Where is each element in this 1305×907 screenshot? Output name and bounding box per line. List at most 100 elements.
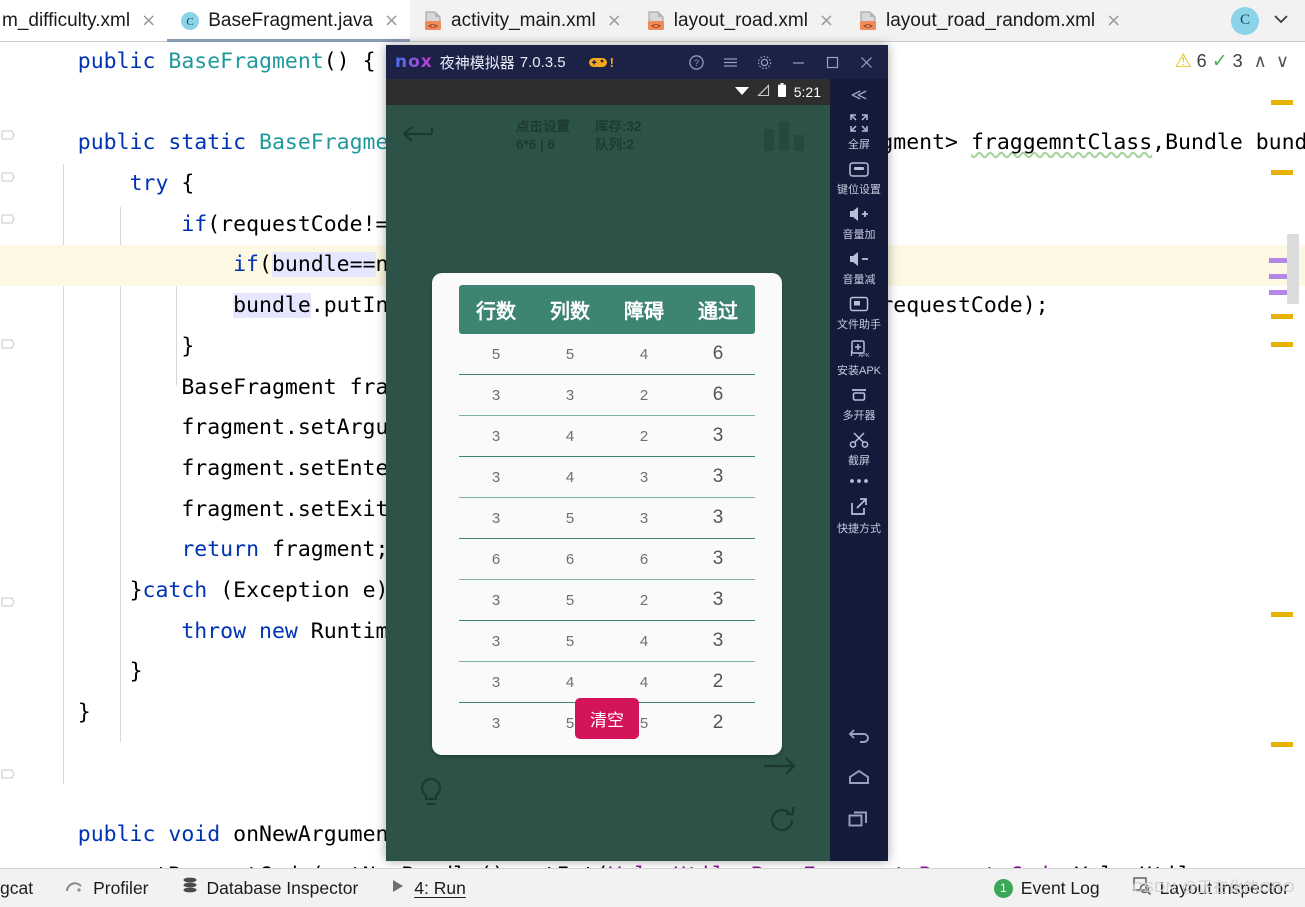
table-cell: 4 [533, 456, 607, 498]
close-icon[interactable]: × [384, 11, 399, 30]
sidebar-item-multi-instance[interactable]: 多开器 [830, 380, 888, 425]
table-cell: 2 [712, 712, 724, 733]
sidebar-item-fullscreen[interactable]: 全屏 [830, 107, 888, 154]
sidebar-item-file-assistant[interactable]: 文件助手 [830, 289, 888, 334]
inspection-mark[interactable] [1271, 342, 1293, 347]
inspection-mark[interactable] [1271, 742, 1293, 747]
inspection-mark[interactable] [1271, 100, 1293, 105]
table-row[interactable]: 3442 [459, 661, 755, 703]
inspection-mark[interactable] [1271, 612, 1293, 617]
chevron-down-icon[interactable] [1265, 10, 1297, 32]
table-cell: 5 [459, 334, 533, 375]
nox-logo: nox [395, 52, 433, 72]
table-cell: 3 [681, 415, 755, 457]
table-row[interactable]: 3433 [459, 456, 755, 498]
table-header-cell: 通过 [681, 285, 755, 334]
collapse-sidebar-button[interactable]: ≪ [830, 83, 888, 107]
status-bar-right: 1 Event Log Layout Inspector [978, 876, 1305, 901]
sidebar-item-screenshot[interactable]: 截屏 [830, 425, 888, 470]
table-row[interactable]: 3523 [459, 579, 755, 621]
sidebar-item-more[interactable] [830, 470, 888, 491]
app-header-stats: 点击设置 6*6 | 6 库存:32 队列:2 [516, 118, 642, 154]
sidebar-item-volume-up[interactable]: 音量加 [830, 199, 888, 244]
inspection-mark[interactable] [1271, 170, 1293, 175]
sidebar-item-install-apk[interactable]: APK 安装APK [830, 334, 888, 380]
close-icon[interactable]: × [1106, 11, 1121, 30]
sidebar-item-shortcut[interactable]: 快捷方式 [830, 491, 888, 538]
back-nav-button[interactable] [830, 716, 888, 757]
editor-scrollbar-thumb[interactable] [1287, 234, 1299, 304]
menu-button[interactable] [714, 47, 746, 77]
table-row[interactable]: 3423 [459, 415, 755, 457]
table-header-cell: 行数 [459, 285, 533, 334]
event-count-badge: 1 [993, 878, 1013, 898]
emulator-screen[interactable]: 5:21 点击设置 6*6 | 6 库存:32 队列:2 行数 列数 障碍 通过… [386, 79, 830, 861]
sidebar-item-volume-down[interactable]: 音量减 [830, 244, 888, 289]
tab-layout_road_random-xml[interactable]: <> layout_road_random.xml × [845, 0, 1133, 41]
chevron-down-icon[interactable]: ∨ [1276, 51, 1289, 72]
table-row[interactable]: 3543 [459, 620, 755, 662]
table-row[interactable]: 3326 [459, 374, 755, 416]
status-item-event-log[interactable]: 1 Event Log [978, 878, 1116, 899]
queue-label: 队列:2 [595, 137, 635, 152]
nox-version: 7.0.3.5 [519, 53, 566, 71]
help-button[interactable]: ? [680, 47, 712, 77]
clear-button[interactable]: 清空 [575, 698, 639, 739]
warning-icon: ⚠ [1174, 51, 1192, 72]
tab-activity_main-xml[interactable]: <> activity_main.xml × [410, 0, 633, 41]
table-cell: 2 [681, 661, 755, 703]
tab-label: layout_road.xml [673, 9, 808, 31]
home-nav-button[interactable] [830, 757, 888, 798]
inspection-mark[interactable] [1271, 314, 1293, 319]
nox-title-bar[interactable]: nox 夜神模拟器 7.0.3.5 ! ? [386, 45, 888, 79]
close-icon[interactable]: × [141, 11, 156, 30]
svg-text:<>: <> [428, 21, 438, 30]
status-item-logcat[interactable]: gcat [0, 878, 49, 899]
settings-gear-icon[interactable] [748, 47, 780, 77]
refresh-icon[interactable] [766, 804, 798, 841]
table-header-cell: 列数 [533, 285, 607, 334]
status-item-profiler[interactable]: Profiler [49, 877, 164, 900]
status-item-database-inspector[interactable]: Database Inspector [165, 876, 375, 901]
close-icon[interactable]: × [819, 11, 834, 30]
table-row[interactable]: 5546 [459, 334, 755, 375]
lightbulb-icon[interactable] [414, 776, 448, 817]
close-button[interactable] [850, 47, 882, 77]
table-row[interactable]: 6663 [459, 538, 755, 580]
table-cell: 3 [459, 374, 533, 416]
minimize-button[interactable] [782, 47, 814, 77]
table-cell: 3 [607, 456, 681, 498]
screenshot-icon [848, 431, 870, 449]
nox-emulator-window[interactable]: nox 夜神模拟器 7.0.3.5 ! ? 5:21 点击设置 6*6 | 6 … [386, 45, 888, 861]
file-assistant-icon [848, 295, 870, 313]
tab-label: BaseFragment.java [208, 9, 373, 31]
maximize-button[interactable] [816, 47, 848, 77]
close-icon[interactable]: × [607, 11, 622, 30]
gamepad-icon[interactable]: ! [588, 55, 614, 70]
chevron-up-icon[interactable]: ∧ [1254, 51, 1267, 72]
status-item-run[interactable]: 4: Run [374, 878, 482, 899]
table-cell: 2 [607, 374, 681, 416]
screenshot-root: m_difficulty.xml × C BaseFragment.java ×… [0, 0, 1305, 907]
table-row[interactable]: 3533 [459, 497, 755, 539]
inspection-summary[interactable]: ⚠ 6 ✓ 3 ∧ ∨ [1175, 50, 1289, 73]
table-cell: 5 [533, 497, 607, 539]
avatar[interactable]: C [1231, 6, 1259, 35]
app-header: 点击设置 6*6 | 6 库存:32 队列:2 [386, 105, 830, 175]
settings-value: 6*6 | 6 [516, 137, 556, 152]
tab-basefragment-java[interactable]: C BaseFragment.java × [167, 0, 411, 42]
table-cell: 4 [607, 334, 681, 375]
tab-bar-right-controls: C [1231, 0, 1305, 41]
recents-nav-button[interactable] [830, 798, 888, 839]
arrow-right-icon[interactable] [762, 754, 798, 783]
xml-layout-icon: <> [422, 10, 444, 32]
tab-m_difficulty-xml[interactable]: m_difficulty.xml × [0, 0, 168, 41]
back-arrow-icon[interactable] [402, 123, 436, 150]
settings-stat[interactable]: 点击设置 6*6 | 6 [516, 118, 570, 154]
status-item-label: gcat [0, 877, 34, 898]
table-cell: 3 [459, 415, 533, 457]
sidebar-item-keymap[interactable]: 键位设置 [830, 154, 888, 199]
bar-chart-icon[interactable] [764, 121, 804, 151]
tab-layout_road-xml[interactable]: <> layout_road.xml × [632, 0, 846, 41]
status-item-layout-inspector[interactable]: Layout Inspector [1116, 876, 1305, 901]
